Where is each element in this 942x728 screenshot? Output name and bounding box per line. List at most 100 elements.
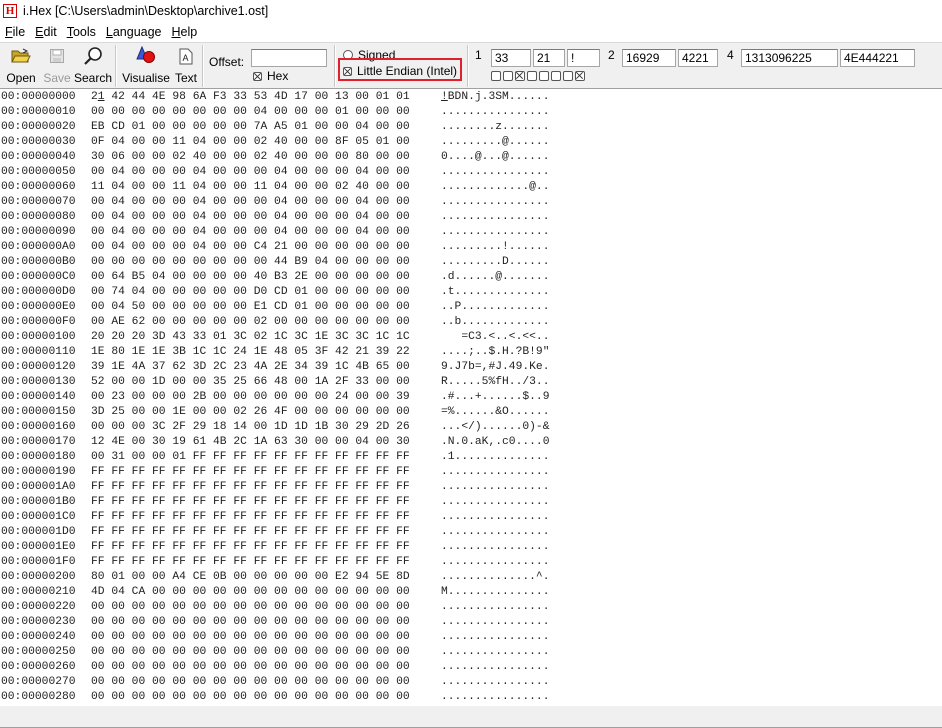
row-bytes[interactable]: 00 64 B5 04 00 00 00 00 40 B3 2E 00 00 0… <box>91 270 410 285</box>
row-ascii[interactable]: 9.J7b=,#J.49.Ke. <box>441 360 549 375</box>
hex-checkbox-box[interactable] <box>253 71 262 81</box>
offset-input[interactable] <box>251 49 327 67</box>
row-ascii[interactable]: ................ <box>441 540 549 555</box>
row-ascii[interactable]: ................ <box>441 510 549 525</box>
row-bytes[interactable]: 0F 04 00 00 11 04 00 00 02 40 00 00 8F 0… <box>91 135 410 150</box>
row-bytes[interactable]: 80 01 00 00 A4 CE 0B 00 00 00 00 00 E2 9… <box>91 570 410 585</box>
open-button[interactable]: Open <box>4 45 38 87</box>
row-bytes[interactable]: FF FF FF FF FF FF FF FF FF FF FF FF FF F… <box>91 540 410 555</box>
row-ascii[interactable]: =%......&O...... <box>441 405 549 420</box>
row-ascii[interactable]: M............... <box>441 585 549 600</box>
menu-language[interactable]: Language <box>101 25 167 39</box>
row-bytes[interactable]: FF FF FF FF FF FF FF FF FF FF FF FF FF F… <box>91 525 410 540</box>
row-ascii[interactable]: ..............^. <box>441 570 549 585</box>
bit-checkbox-1[interactable] <box>503 71 513 81</box>
menu-file[interactable]: File <box>0 25 30 39</box>
row-ascii[interactable]: !BDN.j.3SM...... <box>441 90 549 105</box>
row-ascii[interactable]: ................ <box>441 660 549 675</box>
hex-view[interactable]: 00:00000000 21 42 44 4E 98 6A F3 33 53 4D… <box>0 90 942 706</box>
row-bytes[interactable]: FF FF FF FF FF FF FF FF FF FF FF FF FF F… <box>91 465 410 480</box>
row-ascii[interactable]: ................ <box>441 225 549 240</box>
row-bytes[interactable]: 39 1E 4A 37 62 3D 2C 23 4A 2E 34 39 1C 4… <box>91 360 410 375</box>
visualise-button[interactable]: Visualise <box>120 45 172 87</box>
row-bytes[interactable]: 00 74 04 00 00 00 00 00 D0 CD 01 00 00 0… <box>91 285 410 300</box>
row-ascii[interactable]: ................ <box>441 555 549 570</box>
bit-checkbox-7[interactable] <box>575 71 585 81</box>
row-bytes[interactable]: 00 04 50 00 00 00 00 00 E1 CD 01 00 00 0… <box>91 300 410 315</box>
row-ascii[interactable]: ...</)......0)-& <box>441 420 549 435</box>
row-ascii[interactable]: ................ <box>441 630 549 645</box>
row-bytes[interactable]: 00 04 00 00 00 04 00 00 C4 21 00 00 00 0… <box>91 240 410 255</box>
row-ascii[interactable]: ................ <box>441 165 549 180</box>
row-bytes[interactable]: 00 00 00 00 00 00 00 00 00 00 00 00 00 0… <box>91 675 410 690</box>
row-ascii[interactable]: ................ <box>441 495 549 510</box>
row-ascii[interactable]: ..b............. <box>441 315 549 330</box>
row-bytes[interactable]: FF FF FF FF FF FF FF FF FF FF FF FF FF F… <box>91 480 410 495</box>
row-ascii[interactable]: .........@...... <box>441 135 549 150</box>
row-ascii[interactable]: =C3.<..<.<<.. <box>441 330 549 345</box>
byte1-char-field[interactable] <box>567 49 600 67</box>
row-bytes[interactable]: 1E 80 1E 1E 3B 1C 1C 24 1E 48 05 3F 42 2… <box>91 345 410 360</box>
row-bytes[interactable]: FF FF FF FF FF FF FF FF FF FF FF FF FF F… <box>91 510 410 525</box>
row-ascii[interactable]: .............@.. <box>441 180 549 195</box>
bit-checkbox-4[interactable] <box>539 71 549 81</box>
row-ascii[interactable]: .1.............. <box>441 450 549 465</box>
row-ascii[interactable]: .........!...... <box>441 240 549 255</box>
row-ascii[interactable]: ................ <box>441 210 549 225</box>
row-ascii[interactable]: 0....@...@...... <box>441 150 549 165</box>
row-ascii[interactable]: R.....5%fH../3.. <box>441 375 549 390</box>
row-bytes[interactable]: FF FF FF FF FF FF FF FF FF FF FF FF FF F… <box>91 555 410 570</box>
menu-help[interactable]: Help <box>167 25 203 39</box>
menu-edit[interactable]: Edit <box>30 25 62 39</box>
row-ascii[interactable]: .d......@....... <box>441 270 549 285</box>
word-decimal-field[interactable] <box>622 49 676 67</box>
row-bytes[interactable]: 00 04 00 00 00 04 00 00 00 04 00 00 00 0… <box>91 165 410 180</box>
row-bytes[interactable]: FF FF FF FF FF FF FF FF FF FF FF FF FF F… <box>91 495 410 510</box>
hex-checkbox[interactable]: Hex <box>253 69 288 83</box>
row-bytes[interactable]: 00 04 00 00 00 04 00 00 00 04 00 00 00 0… <box>91 210 410 225</box>
search-button[interactable]: Search <box>74 45 112 87</box>
row-bytes[interactable]: 00 00 00 00 00 00 00 00 00 00 00 00 00 0… <box>91 615 410 630</box>
bit-checkbox-5[interactable] <box>551 71 561 81</box>
text-button[interactable]: A Text <box>173 45 199 87</box>
row-bytes[interactable]: 00 00 00 00 00 00 00 00 00 00 00 00 00 0… <box>91 660 410 675</box>
bit-checkbox-3[interactable] <box>527 71 537 81</box>
row-bytes[interactable]: 00 00 00 3C 2F 29 18 14 00 1D 1D 1B 30 2… <box>91 420 410 435</box>
menu-tools[interactable]: Tools <box>62 25 101 39</box>
word-hex-field[interactable] <box>678 49 718 67</box>
row-bytes[interactable]: 00 00 00 00 00 00 00 00 04 00 00 00 01 0… <box>91 105 410 120</box>
row-ascii[interactable]: ................ <box>441 525 549 540</box>
row-ascii[interactable]: .#...+......$..9 <box>441 390 549 405</box>
row-bytes[interactable]: 4D 04 CA 00 00 00 00 00 00 00 00 00 00 0… <box>91 585 410 600</box>
row-bytes[interactable]: 52 00 00 1D 00 00 35 25 66 48 00 1A 2F 3… <box>91 375 410 390</box>
row-bytes[interactable]: 00 00 00 00 00 00 00 00 00 00 00 00 00 0… <box>91 600 410 615</box>
row-bytes[interactable]: 00 00 00 00 00 00 00 00 00 00 00 00 00 0… <box>91 630 410 645</box>
row-ascii[interactable]: .N.0.aK,.c0....0 <box>441 435 549 450</box>
row-bytes[interactable]: 00 AE 62 00 00 00 00 00 02 00 00 00 00 0… <box>91 315 410 330</box>
row-ascii[interactable]: ................ <box>441 600 549 615</box>
row-bytes[interactable]: 00 00 00 00 00 00 00 00 00 44 B9 04 00 0… <box>91 255 410 270</box>
row-ascii[interactable]: .........D...... <box>441 255 549 270</box>
row-bytes[interactable]: 3D 25 00 00 1E 00 00 02 26 4F 00 00 00 0… <box>91 405 410 420</box>
row-bytes[interactable]: 00 31 00 00 01 FF FF FF FF FF FF FF FF F… <box>91 450 410 465</box>
row-ascii[interactable]: ....;..$.H.?B!9" <box>441 345 549 360</box>
row-bytes[interactable]: 00 04 00 00 00 04 00 00 00 04 00 00 00 0… <box>91 195 410 210</box>
row-ascii[interactable]: ................ <box>441 480 549 495</box>
bit-checkbox-2[interactable] <box>515 71 525 81</box>
bit-checkbox-0[interactable] <box>491 71 501 81</box>
save-button[interactable]: Save <box>42 45 72 87</box>
row-ascii[interactable]: ................ <box>441 105 549 120</box>
dword-decimal-field[interactable] <box>741 49 838 67</box>
row-ascii[interactable]: .t.............. <box>441 285 549 300</box>
row-bytes[interactable]: 00 00 00 00 00 00 00 00 00 00 00 00 00 0… <box>91 645 410 660</box>
row-ascii[interactable]: ................ <box>441 465 549 480</box>
row-bytes[interactable]: 11 04 00 00 11 04 00 00 11 04 00 00 02 4… <box>91 180 410 195</box>
row-ascii[interactable]: ..P............. <box>441 300 549 315</box>
byte1-decimal-field[interactable] <box>491 49 531 67</box>
row-bytes[interactable]: 21 42 44 4E 98 6A F3 33 53 4D 17 00 13 0… <box>91 90 410 105</box>
row-bytes[interactable]: 12 4E 00 30 19 61 4B 2C 1A 63 30 00 00 0… <box>91 435 410 450</box>
row-bytes[interactable]: 00 00 00 00 00 00 00 00 00 00 00 00 00 0… <box>91 690 410 705</box>
byte1-hex-field[interactable] <box>533 49 565 67</box>
row-bytes[interactable]: 00 23 00 00 00 2B 00 00 00 00 00 00 24 0… <box>91 390 410 405</box>
row-ascii[interactable]: ................ <box>441 675 549 690</box>
